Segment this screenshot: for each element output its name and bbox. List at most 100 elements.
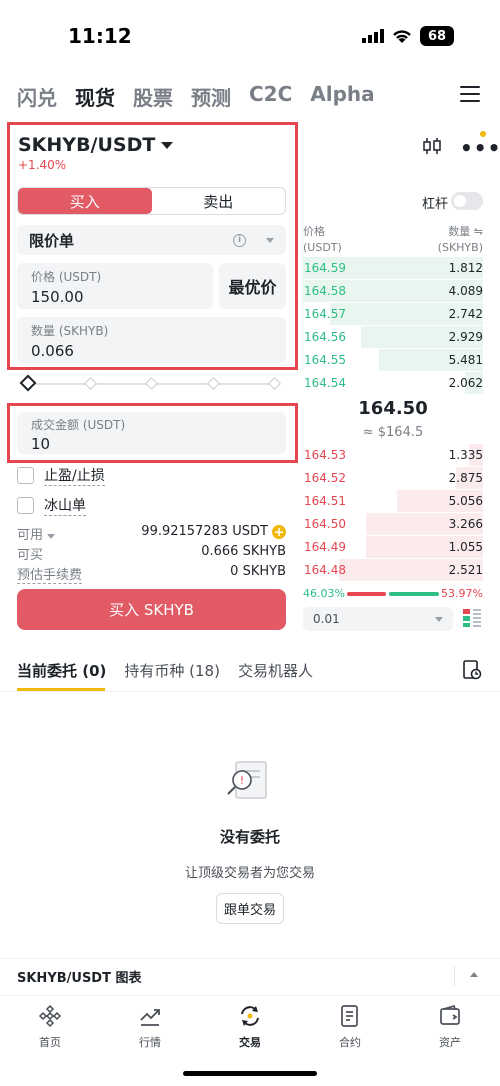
order-book-row[interactable]: 164.53 1.335 (303, 444, 483, 466)
no-orders-icon: ! (227, 761, 267, 799)
more-icon[interactable]: ••• (460, 136, 500, 160)
order-book-price: 164.59 (304, 261, 346, 275)
tab-spot[interactable]: 现货 (75, 82, 115, 111)
buy-tab[interactable]: 买入 (18, 188, 152, 214)
wifi-icon (393, 30, 411, 43)
order-book-price: 164.51 (304, 494, 346, 508)
amount-input[interactable]: 成交金额 (USDT) 10 (17, 412, 286, 454)
iceberg-checkbox[interactable] (17, 497, 34, 514)
notification-dot (480, 131, 486, 137)
chevron-down-icon (266, 237, 274, 243)
nav-home[interactable]: 首页 (0, 996, 100, 1057)
candlestick-chart-icon[interactable] (422, 137, 442, 155)
menu-icon[interactable] (460, 86, 480, 104)
sell-tab[interactable]: 卖出 (152, 188, 286, 214)
leverage-toggle[interactable] (451, 192, 483, 210)
order-book-row[interactable]: 164.51 5.056 (303, 490, 483, 512)
nav-markets-label: 行情 (139, 1036, 161, 1049)
chevron-up-icon[interactable] (470, 972, 478, 977)
nav-assets[interactable]: 资产 (400, 996, 500, 1057)
available-value: 99.92157283 USDT (141, 524, 268, 539)
tp-sl-option[interactable]: 止盈/止损 (17, 465, 105, 486)
tab-c2c[interactable]: C2C (249, 82, 292, 111)
orders-tabs: 当前委托 (0) 持有币种 (18) 交易机器人 (17, 660, 313, 681)
order-book-row[interactable]: 164.50 3.266 (303, 513, 483, 535)
sell-ratio: 53.97% (441, 587, 483, 600)
tp-sl-checkbox[interactable] (17, 467, 34, 484)
tick-size-select[interactable]: 0.01 (303, 607, 453, 631)
order-type-label: 限价单 (29, 231, 75, 250)
svg-text:!: ! (240, 774, 244, 787)
copy-trading-button[interactable]: 跟单交易 (216, 893, 284, 924)
order-book-row[interactable]: 164.48 2.521 (303, 559, 483, 581)
order-book-qty: 2.062 (448, 376, 483, 390)
quantity-input[interactable]: 数量 (SKHYB) 0.066 (17, 317, 286, 363)
order-book-qty: 4.089 (448, 284, 483, 298)
tab-prediction[interactable]: 预测 (191, 82, 231, 111)
fee-row: 预估手续费 0 SKHYB (17, 564, 286, 584)
order-book-price: 164.58 (304, 284, 346, 298)
order-history-icon[interactable] (462, 660, 482, 680)
order-book-row[interactable]: 164.52 2.875 (303, 467, 483, 489)
order-book-qty: 2.521 (448, 563, 483, 577)
order-book-row[interactable]: 164.59 1.812 (303, 257, 483, 279)
add-funds-icon[interactable]: + (272, 524, 286, 539)
order-book-row[interactable]: 164.49 1.055 (303, 536, 483, 558)
order-book-row[interactable]: 164.57 2.742 (303, 303, 483, 325)
order-book-row[interactable]: 164.56 2.929 (303, 326, 483, 348)
nav-assets-label: 资产 (439, 1036, 461, 1049)
price-label: 价格 (USDT) (31, 270, 102, 284)
order-book-qty: 1.335 (448, 448, 483, 462)
order-book-price: 164.50 (304, 517, 346, 531)
slider-step-100[interactable] (268, 377, 281, 390)
best-price-button[interactable]: 最优价 (219, 263, 286, 309)
chart-bar[interactable]: SKHYB/USDT 图表 (0, 958, 500, 994)
pair-name: SKHYB/USDT (18, 134, 156, 156)
quantity-value[interactable]: 0.066 (31, 342, 272, 360)
slider-step-50[interactable] (145, 377, 158, 390)
pair-selector[interactable]: SKHYB/USDT (18, 134, 174, 156)
fee-label: 预估手续费 (17, 564, 83, 584)
empty-title: 没有委托 (219, 828, 280, 846)
can-buy-value: 0.666 SKHYB (201, 544, 286, 559)
available-dropdown[interactable]: 可用 (17, 524, 56, 543)
slider-handle[interactable] (19, 374, 37, 392)
info-icon[interactable]: i (233, 233, 246, 247)
chevron-down-icon (161, 142, 174, 149)
price-value[interactable]: 150.00 (31, 288, 199, 306)
tab-holdings[interactable]: 持有币种 (18) (124, 660, 220, 681)
slider-step-25[interactable] (84, 377, 97, 390)
order-book-qty: 1.055 (448, 540, 483, 554)
slider-step-75[interactable] (207, 377, 220, 390)
tab-stocks[interactable]: 股票 (133, 82, 173, 111)
tab-convert[interactable]: 闪兑 (17, 82, 57, 111)
qty-column-unit: (SKHYB) (437, 241, 483, 254)
amount-value[interactable]: 10 (31, 435, 272, 453)
nav-futures[interactable]: 合约 (300, 996, 400, 1057)
tab-open-orders[interactable]: 当前委托 (0) (17, 660, 106, 681)
market-chart-icon (140, 1009, 160, 1026)
order-book-row[interactable]: 164.54 2.062 (303, 372, 483, 394)
order-book-price: 164.53 (304, 448, 346, 462)
iceberg-label: 冰山单 (44, 495, 86, 516)
leverage-label: 杠杆 (422, 197, 449, 212)
order-book-layout-icon[interactable] (463, 608, 481, 628)
order-book-row[interactable]: 164.55 5.481 (303, 349, 483, 371)
tab-alpha[interactable]: Alpha (310, 82, 374, 111)
last-price[interactable]: 164.50 (303, 398, 483, 419)
nav-home-label: 首页 (39, 1036, 61, 1049)
battery-icon: 68 (420, 26, 454, 46)
nav-markets[interactable]: 行情 (100, 996, 200, 1057)
nav-trade[interactable]: 交易 (200, 996, 300, 1057)
order-book-price: 164.49 (304, 540, 346, 554)
order-book-qty: 1.812 (448, 261, 483, 275)
order-book-qty: 2.742 (448, 307, 483, 321)
order-book-row[interactable]: 164.58 4.089 (303, 280, 483, 302)
price-input[interactable]: 价格 (USDT) 150.00 (17, 263, 213, 309)
tick-size-value: 0.01 (313, 612, 340, 626)
iceberg-option[interactable]: 冰山单 (17, 495, 86, 516)
qty-column-label[interactable]: 数量 ⇋ (438, 224, 483, 240)
buy-submit-button[interactable]: 买入 SKHYB (17, 589, 286, 630)
tab-trading-bots[interactable]: 交易机器人 (238, 660, 313, 681)
order-type-select[interactable]: 限价单 i (17, 225, 286, 255)
